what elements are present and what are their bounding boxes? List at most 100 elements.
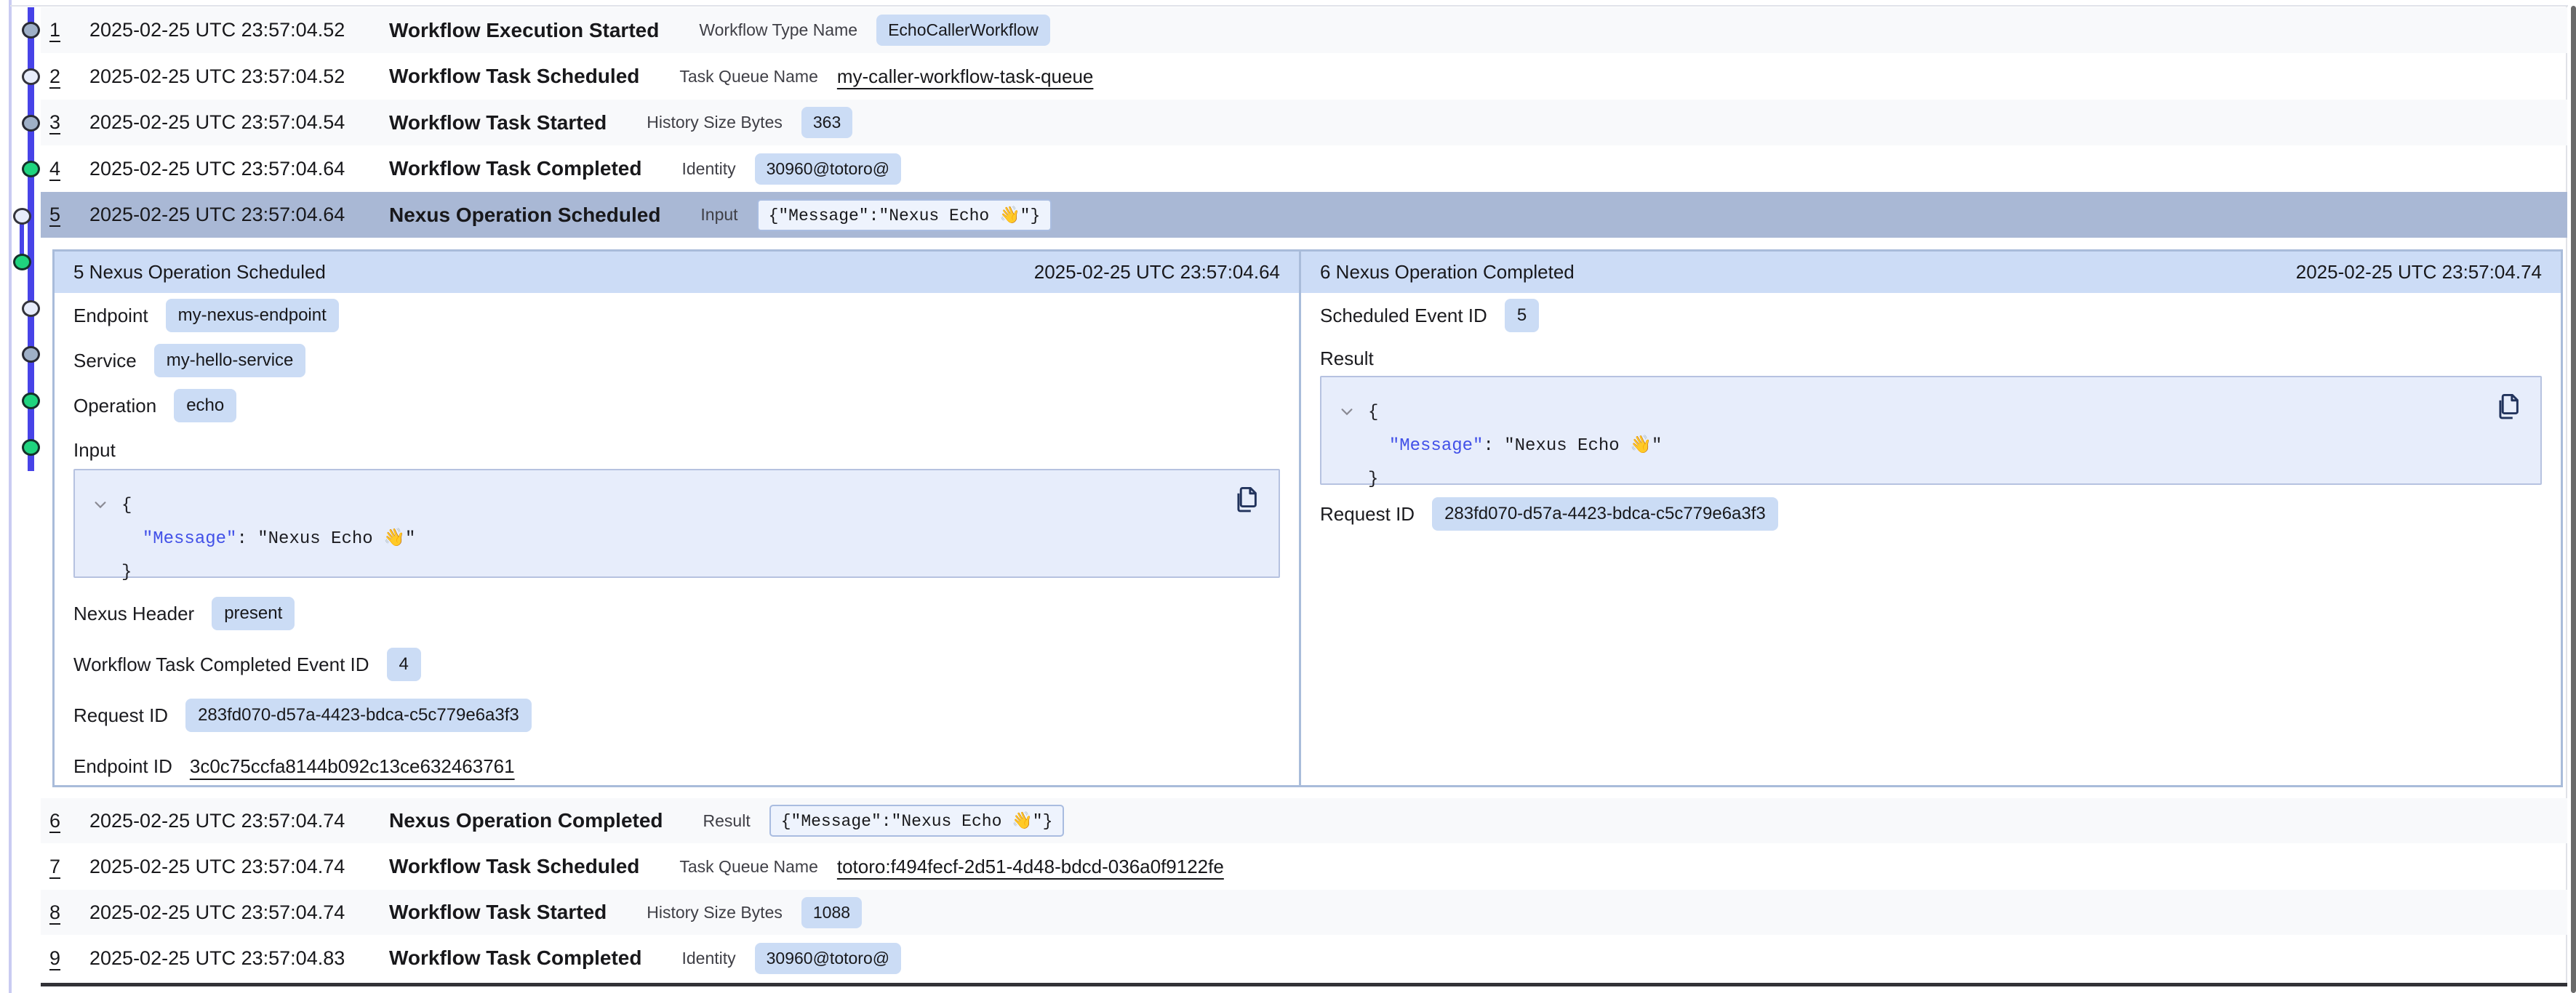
panel-timestamp: 2025-02-25 UTC 23:57:04.64 bbox=[1034, 261, 1280, 284]
copy-button[interactable] bbox=[2491, 390, 2524, 424]
field-label: Nexus Header bbox=[73, 603, 194, 625]
event-name: Workflow Task Started bbox=[389, 901, 607, 924]
json-collapse-toggle[interactable] bbox=[92, 496, 108, 512]
event-status-dot-3 bbox=[22, 115, 40, 132]
table-top-border bbox=[10, 5, 2568, 7]
event-timestamp: 2025-02-25 UTC 23:57:04.52 bbox=[89, 19, 389, 41]
event-attr-value-badge: 30960@totoro@ bbox=[755, 153, 901, 185]
field-value-badge: my-nexus-endpoint bbox=[166, 299, 339, 332]
field-value-badge: 5 bbox=[1505, 299, 1539, 332]
event-attr-label: History Size Bytes bbox=[647, 113, 783, 132]
history-event-row[interactable]: 3 2025-02-25 UTC 23:57:04.54 Workflow Ta… bbox=[41, 100, 2567, 145]
event-attr-value-badge: 363 bbox=[801, 107, 852, 138]
field-service: Service my-hello-service bbox=[73, 338, 1280, 383]
event-attr-label: History Size Bytes bbox=[647, 903, 783, 922]
event-id-link[interactable]: 1 bbox=[49, 19, 89, 41]
task-queue-link[interactable]: my-caller-workflow-task-queue bbox=[837, 65, 1094, 88]
event-timestamp: 2025-02-25 UTC 23:57:04.54 bbox=[89, 111, 389, 134]
event-attr-value-json: {"Message":"Nexus Echo 👋"} bbox=[757, 199, 1052, 231]
event-id-link[interactable]: 3 bbox=[49, 111, 89, 134]
event-name: Workflow Task Scheduled bbox=[389, 65, 639, 88]
event-status-dot-8 bbox=[22, 346, 40, 363]
json-collapse-toggle[interactable] bbox=[1339, 403, 1355, 419]
field-request-id: Request ID 283fd070-d57a-4423-bdca-c5c77… bbox=[73, 690, 1280, 741]
field-label: Request ID bbox=[73, 704, 168, 727]
field-value-badge: my-hello-service bbox=[154, 344, 306, 377]
event-name: Nexus Operation Completed bbox=[389, 809, 663, 832]
chevron-down-icon bbox=[1339, 403, 1355, 419]
field-label: Workflow Task Completed Event ID bbox=[73, 654, 369, 676]
history-event-row-selected[interactable]: 5 2025-02-25 UTC 23:57:04.64 Nexus Opera… bbox=[41, 192, 2567, 238]
history-event-row[interactable]: 4 2025-02-25 UTC 23:57:04.64 Workflow Ta… bbox=[41, 145, 2567, 192]
event-status-dot-5 bbox=[13, 208, 31, 225]
event-id-link[interactable]: 6 bbox=[49, 810, 89, 832]
field-input-label: Input bbox=[73, 428, 1280, 469]
chevron-down-icon bbox=[92, 496, 108, 512]
json-content: { "Message": "Nexus Echo 👋" } bbox=[121, 489, 1279, 590]
history-event-row[interactable]: 7 2025-02-25 UTC 23:57:04.74 Workflow Ta… bbox=[41, 843, 2567, 890]
field-label: Service bbox=[73, 350, 137, 372]
event-attr-label: Identity bbox=[681, 159, 735, 179]
field-scheduled-event-id: Scheduled Event ID 5 bbox=[1320, 293, 2542, 338]
event-attr-label: Identity bbox=[681, 949, 735, 968]
field-endpoint-id: Endpoint ID 3c0c75ccfa8144b092c13ce63246… bbox=[73, 741, 1280, 792]
field-value-badge: 283fd070-d57a-4423-bdca-c5c779e6a3f3 bbox=[1432, 497, 1778, 531]
field-label: Result bbox=[1320, 347, 1374, 370]
field-value-badge: echo bbox=[174, 389, 236, 422]
task-queue-link[interactable]: totoro:f494fecf-2d51-4d48-bdcd-036a0f912… bbox=[837, 856, 1224, 878]
event-id-link[interactable]: 5 bbox=[49, 204, 89, 226]
event-attr-label: Input bbox=[700, 205, 737, 225]
event-name: Workflow Task Started bbox=[389, 111, 607, 134]
event-status-dot-1 bbox=[22, 22, 40, 39]
event-timestamp: 2025-02-25 UTC 23:57:04.74 bbox=[89, 901, 389, 924]
history-event-row[interactable]: 8 2025-02-25 UTC 23:57:04.74 Workflow Ta… bbox=[41, 890, 2567, 935]
nexus-completed-panel: 6 Nexus Operation Completed 2025-02-25 U… bbox=[1301, 252, 2561, 785]
field-value-badge: present bbox=[212, 597, 295, 630]
field-value-badge: 4 bbox=[387, 648, 421, 681]
event-status-dot-9 bbox=[22, 393, 40, 409]
field-label: Scheduled Event ID bbox=[1320, 305, 1487, 327]
event-id-link[interactable]: 8 bbox=[49, 901, 89, 924]
event-attr-value-json: {"Message":"Nexus Echo 👋"} bbox=[769, 805, 1065, 837]
event-id-link[interactable]: 2 bbox=[49, 65, 89, 88]
field-wft-completed-event-id: Workflow Task Completed Event ID 4 bbox=[73, 639, 1280, 690]
event-id-link[interactable]: 4 bbox=[49, 158, 89, 180]
event-status-dot-4 bbox=[22, 161, 40, 177]
event-name: Workflow Execution Started bbox=[389, 19, 659, 42]
field-nexus-header: Nexus Header present bbox=[73, 588, 1280, 639]
input-json-viewer: { "Message": "Nexus Echo 👋" } bbox=[73, 469, 1280, 578]
nexus-operation-detail-group: 5 Nexus Operation Scheduled 2025-02-25 U… bbox=[52, 249, 2563, 787]
scrollbar-thumb[interactable] bbox=[2571, 6, 2576, 993]
panel-header: 5 Nexus Operation Scheduled 2025-02-25 U… bbox=[55, 252, 1299, 293]
next-panel-top-border bbox=[41, 983, 2567, 986]
event-timestamp: 2025-02-25 UTC 23:57:04.64 bbox=[89, 158, 389, 180]
event-id-link[interactable]: 9 bbox=[49, 947, 89, 970]
event-timestamp: 2025-02-25 UTC 23:57:04.74 bbox=[89, 856, 389, 878]
endpoint-id-link[interactable]: 3c0c75ccfa8144b092c13ce632463761 bbox=[190, 755, 515, 778]
copy-icon bbox=[1230, 483, 1262, 515]
panel-title: 5 Nexus Operation Scheduled bbox=[73, 261, 326, 284]
left-edge-line bbox=[9, 0, 12, 993]
field-label: Input bbox=[73, 439, 116, 462]
copy-button[interactable] bbox=[1229, 483, 1263, 517]
event-attr-value-badge: EchoCallerWorkflow bbox=[876, 15, 1050, 46]
event-attr-value-badge: 30960@totoro@ bbox=[755, 943, 901, 974]
workflow-history-view: 1 2025-02-25 UTC 23:57:04.52 Workflow Ex… bbox=[0, 0, 2576, 993]
field-label: Endpoint ID bbox=[73, 755, 172, 778]
field-operation: Operation echo bbox=[73, 383, 1280, 428]
history-event-row[interactable]: 9 2025-02-25 UTC 23:57:04.83 Workflow Ta… bbox=[41, 935, 2567, 981]
event-status-dot-10 bbox=[22, 439, 40, 456]
event-attr-label: Result bbox=[703, 811, 751, 831]
event-name: Workflow Task Scheduled bbox=[389, 855, 639, 878]
history-event-row[interactable]: 2 2025-02-25 UTC 23:57:04.52 Workflow Ta… bbox=[41, 53, 2567, 100]
field-label: Request ID bbox=[1320, 503, 1415, 526]
event-id-link[interactable]: 7 bbox=[49, 856, 89, 878]
event-timestamp: 2025-02-25 UTC 23:57:04.74 bbox=[89, 810, 389, 832]
event-status-dot-7 bbox=[22, 300, 40, 317]
field-result-label: Result bbox=[1320, 338, 2542, 376]
event-status-dot-6 bbox=[13, 254, 31, 270]
event-name: Workflow Task Completed bbox=[389, 946, 641, 970]
nexus-scheduled-panel: 5 Nexus Operation Scheduled 2025-02-25 U… bbox=[55, 252, 1301, 785]
history-event-row[interactable]: 6 2025-02-25 UTC 23:57:04.74 Nexus Opera… bbox=[41, 798, 2567, 843]
history-event-row[interactable]: 1 2025-02-25 UTC 23:57:04.52 Workflow Ex… bbox=[41, 7, 2567, 53]
